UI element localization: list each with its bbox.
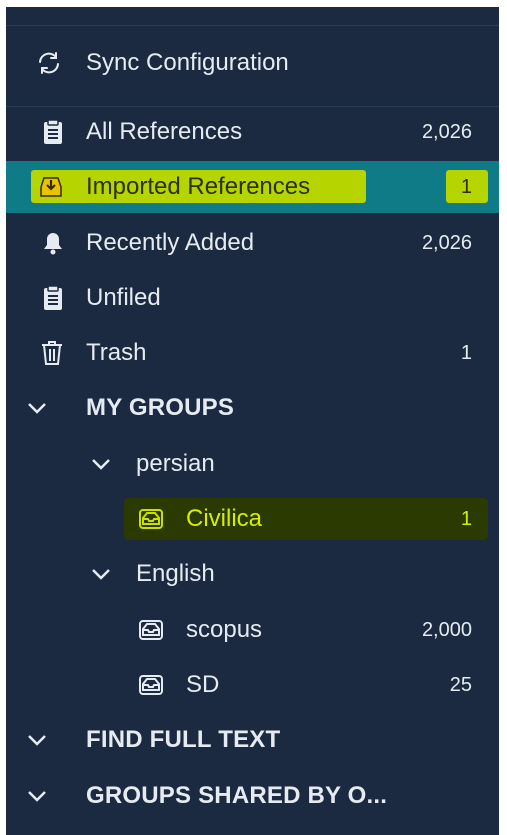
group-set-english-label: English: [136, 560, 215, 587]
group-sd[interactable]: SD 25: [6, 660, 499, 710]
unfiled-label: Unfiled: [86, 284, 161, 311]
sync-icon: [34, 48, 64, 78]
clipboard-icon: [38, 117, 68, 147]
group-civilica-label: Civilica: [186, 505, 263, 532]
recently-added-item[interactable]: Recently Added 2,026: [6, 218, 499, 268]
sync-configuration-item[interactable]: Sync Configuration: [6, 38, 499, 88]
chevron-down-icon[interactable]: [22, 725, 52, 755]
bell-icon: [38, 228, 68, 258]
groups-shared-header[interactable]: GROUPS SHARED BY O...: [6, 771, 499, 821]
imported-references-item[interactable]: Imported References 1: [6, 161, 499, 213]
group-set-persian[interactable]: persian: [6, 439, 499, 489]
group-set-english[interactable]: English: [6, 549, 499, 599]
group-tray-icon: [136, 615, 166, 645]
import-tray-icon: [36, 172, 66, 202]
group-civilica-count: 1: [460, 507, 472, 530]
group-scopus-label: scopus: [186, 616, 263, 643]
top-divider: [6, 25, 499, 26]
group-set-persian-label: persian: [136, 450, 215, 477]
find-full-text-label: FIND FULL TEXT: [86, 726, 281, 753]
group-tray-icon: [136, 504, 166, 534]
sidebar-panel: Sync Configuration All References 2,026 …: [6, 7, 499, 835]
highlight-mark: [124, 498, 488, 540]
chevron-down-icon[interactable]: [86, 449, 116, 479]
trash-label: Trash: [86, 339, 147, 366]
group-scopus-count: 2,000: [421, 618, 472, 641]
group-sd-count: 25: [449, 673, 472, 696]
chevron-down-icon[interactable]: [22, 393, 52, 423]
my-groups-label: MY GROUPS: [86, 394, 235, 421]
chevron-down-icon[interactable]: [86, 559, 116, 589]
all-references-item[interactable]: All References 2,026: [6, 107, 499, 157]
all-references-count: 2,026: [421, 120, 472, 143]
find-full-text-header[interactable]: FIND FULL TEXT: [6, 715, 499, 765]
groups-shared-label: GROUPS SHARED BY O...: [86, 782, 388, 809]
recently-added-label: Recently Added: [86, 229, 255, 256]
imported-references-count: 1: [460, 175, 472, 198]
group-civilica[interactable]: Civilica 1: [6, 494, 499, 544]
all-references-label: All References: [86, 118, 243, 145]
trash-item[interactable]: Trash 1: [6, 328, 499, 378]
group-sd-label: SD: [186, 671, 220, 698]
group-scopus[interactable]: scopus 2,000: [6, 605, 499, 655]
trash-icon: [37, 338, 67, 368]
imported-references-label: Imported References: [86, 173, 311, 200]
clipboard-icon: [38, 283, 68, 313]
sync-label: Sync Configuration: [86, 49, 289, 76]
recently-added-count: 2,026: [421, 231, 472, 254]
group-tray-icon: [136, 670, 166, 700]
my-groups-header[interactable]: MY GROUPS: [6, 383, 499, 433]
unfiled-item[interactable]: Unfiled: [6, 273, 499, 323]
chevron-down-icon[interactable]: [22, 781, 52, 811]
trash-count: 1: [460, 341, 472, 364]
